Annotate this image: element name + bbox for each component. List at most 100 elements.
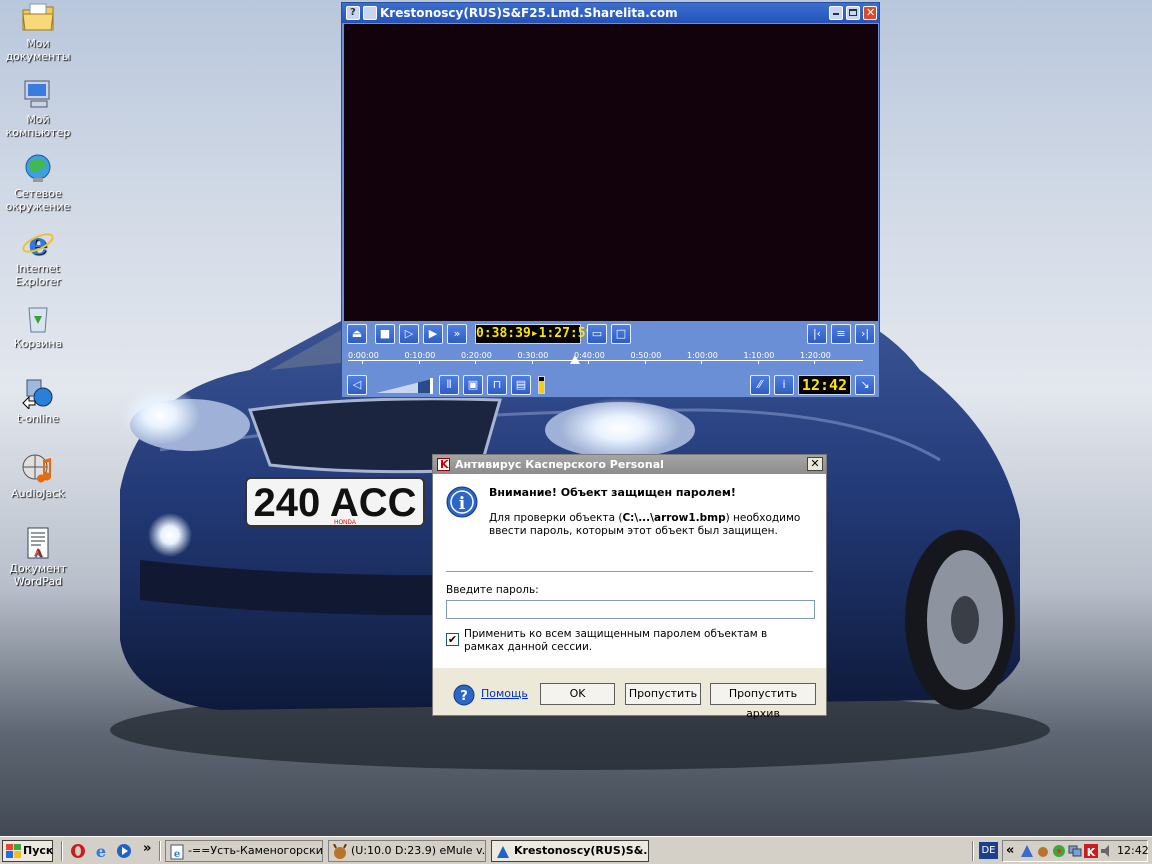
dialog-close-icon[interactable]: ✕ <box>807 457 823 471</box>
pin-icon[interactable]: ↘ <box>855 375 875 395</box>
speaker-icon[interactable]: ◁ <box>347 375 367 395</box>
kaspersky-logo-icon: K <box>437 458 450 471</box>
tray-icq-icon[interactable] <box>1052 844 1066 858</box>
timeline-tick-mark <box>701 360 702 364</box>
quick-launch-separator <box>61 841 63 861</box>
maximize-icon[interactable] <box>846 6 860 20</box>
dialog-titlebar[interactable]: K Антивирус Касперского Personal ✕ <box>433 455 826 474</box>
subtitles-icon[interactable]: ▤ <box>511 375 531 395</box>
desktop-icon-label: Документ WordPad <box>9 562 67 588</box>
dialog-footer: ? Помощь OK Пропустить Пропустить архив <box>433 668 826 720</box>
aspect-ratio-icon[interactable]: ⊓ <box>487 375 507 395</box>
timeline-track[interactable] <box>348 360 863 361</box>
timeline-tick-label: 0:20:00 <box>461 351 492 360</box>
timeline-tick-mark <box>644 360 646 364</box>
help-icon[interactable]: ? <box>453 684 475 706</box>
internet-explorer-icon[interactable]: e <box>93 843 109 859</box>
quick-launch-more[interactable]: » <box>143 841 151 856</box>
task-emule[interactable]: (U:10.0 D:23.9) eMule v... <box>328 840 486 862</box>
next-chapter-icon[interactable]: ›| <box>855 324 875 344</box>
fast-forward-icon[interactable]: » <box>447 324 467 344</box>
media-player-icon[interactable] <box>116 843 132 859</box>
dialog-title-text: Антивирус Касперского Personal <box>455 458 664 471</box>
timeline-tick-label: 0:00:00 <box>348 351 379 360</box>
timeline-thumb[interactable] <box>569 355 580 364</box>
skip-archive-button[interactable]: Пропустить архив <box>710 683 816 720</box>
window-menu-icon[interactable] <box>363 6 377 20</box>
video-area[interactable] <box>344 24 878 321</box>
desktop-icon-recycle-bin[interactable]: Корзина <box>0 302 76 350</box>
step-forward-icon[interactable]: ▷ <box>399 324 419 344</box>
desktop-icon-network[interactable]: Сетевое окружение <box>0 152 76 213</box>
timeline-tick-label: 0:30:00 <box>517 351 549 360</box>
recycle-bin-icon <box>21 302 55 334</box>
timeline-tick-mark <box>475 360 476 364</box>
tray-emule-icon[interactable] <box>1036 844 1050 858</box>
window-mode-icon[interactable]: ▭ <box>587 324 607 344</box>
tray-network-icon[interactable] <box>1068 844 1082 858</box>
tray-expand[interactable]: « <box>1006 843 1014 858</box>
minimize-icon[interactable] <box>829 6 843 20</box>
desktop-icon-wordpad-document[interactable]: A Документ WordPad <box>0 527 76 588</box>
timeline-tick-mark <box>531 360 533 364</box>
desktop-icon-my-computer[interactable]: Мой компьютер <box>0 78 76 139</box>
timeline-tick-mark <box>757 360 759 364</box>
tray-kaspersky-icon[interactable]: K <box>1084 844 1098 858</box>
level-meter <box>538 376 545 394</box>
timeline-tick-label: 1:00:00 <box>687 351 718 360</box>
svg-text:e: e <box>96 843 106 859</box>
tray-clock[interactable]: 12:42 <box>1117 844 1149 857</box>
desktop-icon-label: AudioJack <box>11 487 65 500</box>
folder-documents-icon <box>21 2 55 34</box>
settings-icon[interactable]: ⁄⁄ <box>750 375 770 395</box>
close-icon[interactable]: ✕ <box>863 6 877 20</box>
language-indicator[interactable]: DE <box>979 842 998 859</box>
help-link[interactable]: Помощь <box>481 687 528 700</box>
timeline-tick-mark <box>588 360 589 364</box>
playlist-icon[interactable]: ≡ <box>831 324 851 344</box>
desktop-icon-my-documents[interactable]: Мои документы <box>0 2 76 63</box>
equalizer-icon[interactable]: ⫴ <box>439 375 459 395</box>
previous-chapter-icon[interactable]: |‹ <box>807 324 827 344</box>
license-plate-brand: HONDA <box>334 520 356 526</box>
kaspersky-password-dialog[interactable]: K Антивирус Касперского Personal ✕ i Вни… <box>432 454 827 720</box>
emule-icon <box>333 844 347 859</box>
dialog-heading: Внимание! Объект защищен паролем! <box>489 486 736 499</box>
internet-explorer-icon: e <box>21 227 55 262</box>
ok-button[interactable]: OK <box>540 683 615 705</box>
task-label: -==Усть-Каменогорски... <box>188 844 323 857</box>
tray-warning-icon[interactable] <box>1020 844 1034 858</box>
skip-button[interactable]: Пропустить <box>625 683 701 705</box>
password-input[interactable] <box>446 600 815 619</box>
system-tray: « K 12:42 <box>1002 840 1149 862</box>
info-icon[interactable]: i <box>774 375 794 395</box>
desktop-icon-internet-explorer[interactable]: e Internet Explorer <box>0 227 76 288</box>
task-separator <box>159 841 161 861</box>
eject-icon[interactable]: ⏏ <box>347 324 367 344</box>
skin-icon[interactable]: ▣ <box>463 375 483 395</box>
password-label: Введите пароль: <box>446 584 539 596</box>
wordpad-document-icon: A <box>21 527 55 559</box>
opera-icon[interactable] <box>70 843 86 859</box>
timeline-tick-mark <box>418 360 420 364</box>
apply-to-all-checkbox[interactable]: ✔ <box>446 633 459 646</box>
time-display[interactable]: 0:38:39▸1:27:59 <box>475 324 593 344</box>
desktop-icon-label: Internet Explorer <box>15 262 61 288</box>
dialog-divider <box>446 571 813 573</box>
tray-volume-icon[interactable] <box>1100 844 1114 858</box>
task-label: Krestonoscy(RUS)S&... <box>514 844 649 857</box>
task-browser[interactable]: e -==Усть-Каменогорски... <box>165 840 323 862</box>
start-button[interactable]: Пуск <box>2 840 53 862</box>
desktop-icon-audiojack[interactable]: AudioJack <box>0 452 76 500</box>
player-clock: 12:42 <box>798 375 851 395</box>
task-label: (U:10.0 D:23.9) eMule v... <box>351 844 486 857</box>
task-media-player[interactable]: Krestonoscy(RUS)S&... <box>491 840 649 862</box>
fullscreen-icon[interactable]: □ <box>611 324 631 344</box>
desktop-icon-t-online[interactable]: t-online <box>0 377 76 425</box>
player-titlebar[interactable]: ? Krestonoscy(RUS)S&F25.Lmd.Sharelita.co… <box>342 3 879 23</box>
volume-slider[interactable] <box>376 375 436 395</box>
help-icon[interactable]: ? <box>346 6 360 20</box>
media-player-window[interactable]: ? Krestonoscy(RUS)S&F25.Lmd.Sharelita.co… <box>341 2 880 398</box>
play-icon[interactable]: ▶ <box>423 324 443 344</box>
stop-icon[interactable]: ■ <box>375 324 395 344</box>
